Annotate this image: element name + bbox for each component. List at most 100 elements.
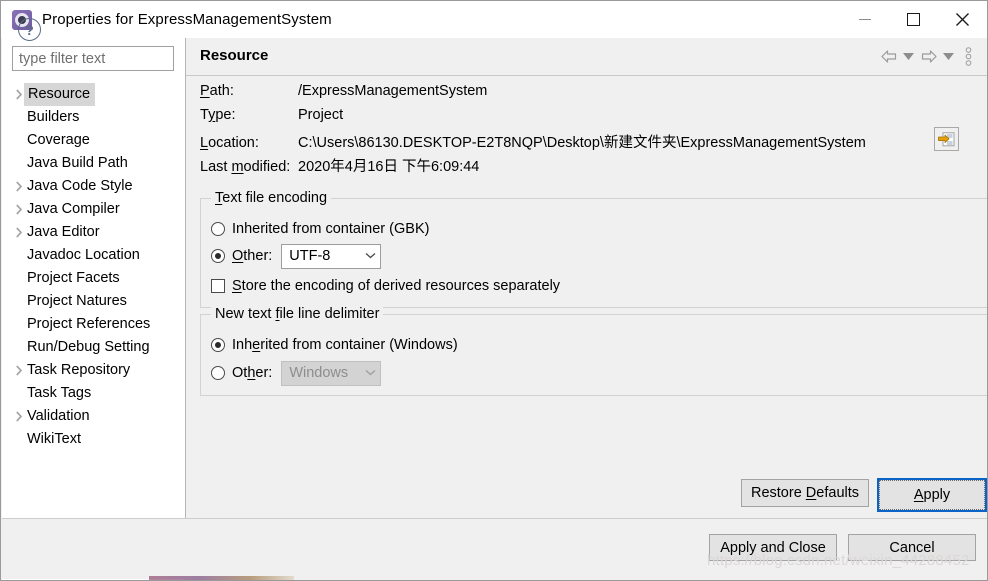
caret-down-icon [943,53,954,60]
chevron-down-icon [365,368,376,379]
sidebar-item-run-debug-setting[interactable]: Run/Debug Setting [2,336,185,359]
line-delimiter-title: New text file line delimiter [211,306,384,322]
delimiter-other-label: Other: [232,365,273,381]
field-type: Type: Project [186,107,987,131]
delimiter-other-row[interactable]: Other: Windows [211,360,382,386]
field-last-modified: Last modified: 2020年4月16日 下午6:09:44 [186,155,987,179]
back-history-button[interactable] [901,45,916,69]
encoding-other-label: Other: [232,248,273,264]
restore-defaults-label: Restore Defaults [750,485,860,501]
expand-chevron-icon[interactable] [10,204,27,215]
settings-tree-panel: type filter text Resource Builders Coverag… [2,38,185,519]
chevron-down-icon [365,251,376,262]
apply-and-close-button[interactable]: Apply and Close [709,534,837,561]
encoding-other-row[interactable]: Other: UTF-8 [211,243,382,269]
sidebar-item-label: WikiText [27,431,81,447]
sidebar-item-coverage[interactable]: Coverage [2,129,185,152]
sidebar-item-label: Project Natures [27,293,127,309]
expand-chevron-icon[interactable] [10,181,27,192]
forward-arrow-icon [921,50,937,63]
restore-defaults-button[interactable]: Restore Defaults [741,479,869,507]
sidebar-item-java-build-path[interactable]: Java Build Path [2,152,185,175]
text-file-encoding-group: Text file encoding Inherited from contai… [200,190,987,308]
sidebar-item-label: Java Compiler [27,201,120,217]
dialog-footer [2,518,987,579]
store-encoding-checkbox[interactable] [211,279,225,293]
sidebar-item-label: Java Editor [27,224,100,240]
sidebar-item-label: Task Tags [27,385,92,401]
sidebar-item-builders[interactable]: Builders [2,106,185,129]
sidebar-item-label: Java Build Path [27,155,128,171]
field-location-value: C:\Users\86130.DESKTOP-E2T8NQP\Desktop\新… [298,135,866,151]
sidebar-item-label: Validation [27,408,90,424]
delimiter-select-value: Windows [289,365,349,381]
sidebar-item-java-compiler[interactable]: Java Compiler [2,198,185,221]
cancel-button[interactable]: Cancel [848,534,976,561]
back-button[interactable] [879,45,898,69]
expand-chevron-icon[interactable] [10,411,27,422]
sidebar-item-java-editor[interactable]: Java Editor [2,221,185,244]
field-last-modified-label: Last modified: [200,159,291,175]
delimiter-other-radio[interactable] [211,366,225,380]
page-header: Resource [186,38,987,76]
filter-input[interactable]: type filter text [12,46,174,71]
field-last-modified-value: 2020年4月16日 下午6:09:44 [298,159,480,175]
sidebar-item-resource[interactable]: Resource [2,83,185,106]
sidebar-item-task-tags[interactable]: Task Tags [2,382,185,405]
close-button[interactable] [938,1,987,38]
properties-dialog: Properties for ExpressManagementSystem t… [0,0,988,581]
sidebar-item-project-facets[interactable]: Project Facets [2,267,185,290]
encoding-inherited-label: Inherited from container (GBK) [232,221,430,237]
delimiter-inherited-radio[interactable] [211,338,225,352]
window-controls [840,1,987,38]
field-path-label: Path: [200,83,234,99]
store-encoding-row[interactable]: Store the encoding of derived resources … [211,274,560,298]
settings-tree[interactable]: Resource Builders Coverage Java Build Path J… [2,83,185,451]
maximize-button[interactable] [889,1,938,38]
delimiter-inherited-label: Inherited from container (Windows) [232,337,458,353]
apply-button[interactable]: Apply [877,478,987,512]
back-arrow-icon [880,50,896,63]
sidebar-item-project-references[interactable]: Project References [2,313,185,336]
delimiter-inherited-row[interactable]: Inherited from container (Windows) [211,333,458,357]
page-title: Resource [200,47,269,64]
open-location-button[interactable] [934,127,959,151]
sidebar-item-label: Run/Debug Setting [27,339,150,355]
sidebar-item-validation[interactable]: Validation [2,405,185,428]
filter-placeholder: type filter text [19,50,106,67]
sidebar-item-wikitext[interactable]: WikiText [2,428,185,451]
field-path-value: /ExpressManagementSystem [298,83,488,99]
sidebar-item-label: Project References [27,316,151,332]
forward-button[interactable] [919,45,938,69]
encoding-select-value: UTF-8 [289,248,331,264]
apply-button-inner: Apply [879,480,985,510]
expand-chevron-icon[interactable] [10,365,27,376]
field-location-label: Location: [200,135,259,151]
view-menu-button[interactable] [959,45,978,69]
minimize-icon [858,19,871,20]
title-bar: Properties for ExpressManagementSystem [1,1,987,38]
encoding-inherited-radio[interactable] [211,222,225,236]
sidebar-item-project-natures[interactable]: Project Natures [2,290,185,313]
expand-chevron-icon[interactable] [10,227,27,238]
sidebar-item-task-repository[interactable]: Task Repository [2,359,185,382]
field-type-label: Type: [200,107,236,123]
sidebar-item-label: Resource [24,83,96,106]
apply-and-close-label: Apply and Close [720,539,826,556]
sidebar-item-label: Javadoc Location [27,247,140,263]
sidebar-item-label: Builders [27,109,80,125]
question-mark-icon[interactable]: ? [18,18,41,41]
sidebar-item-javadoc-location[interactable]: Javadoc Location [2,244,185,267]
line-delimiter-group: New text file line delimiter Inherited f… [200,306,987,396]
forward-history-button[interactable] [941,45,956,69]
encoding-other-radio[interactable] [211,249,225,263]
encoding-select[interactable]: UTF-8 [281,243,382,269]
window-title: Properties for ExpressManagementSystem [42,11,332,28]
sidebar-item-java-code-style[interactable]: Java Code Style [2,175,185,198]
store-encoding-label: Store the encoding of derived resources … [232,278,561,294]
minimize-button[interactable] [840,1,889,38]
close-icon [956,13,969,26]
encoding-inherited-row[interactable]: Inherited from container (GBK) [211,217,429,241]
sidebar-item-label: Coverage [27,132,90,148]
apply-label: Apply [913,487,951,503]
